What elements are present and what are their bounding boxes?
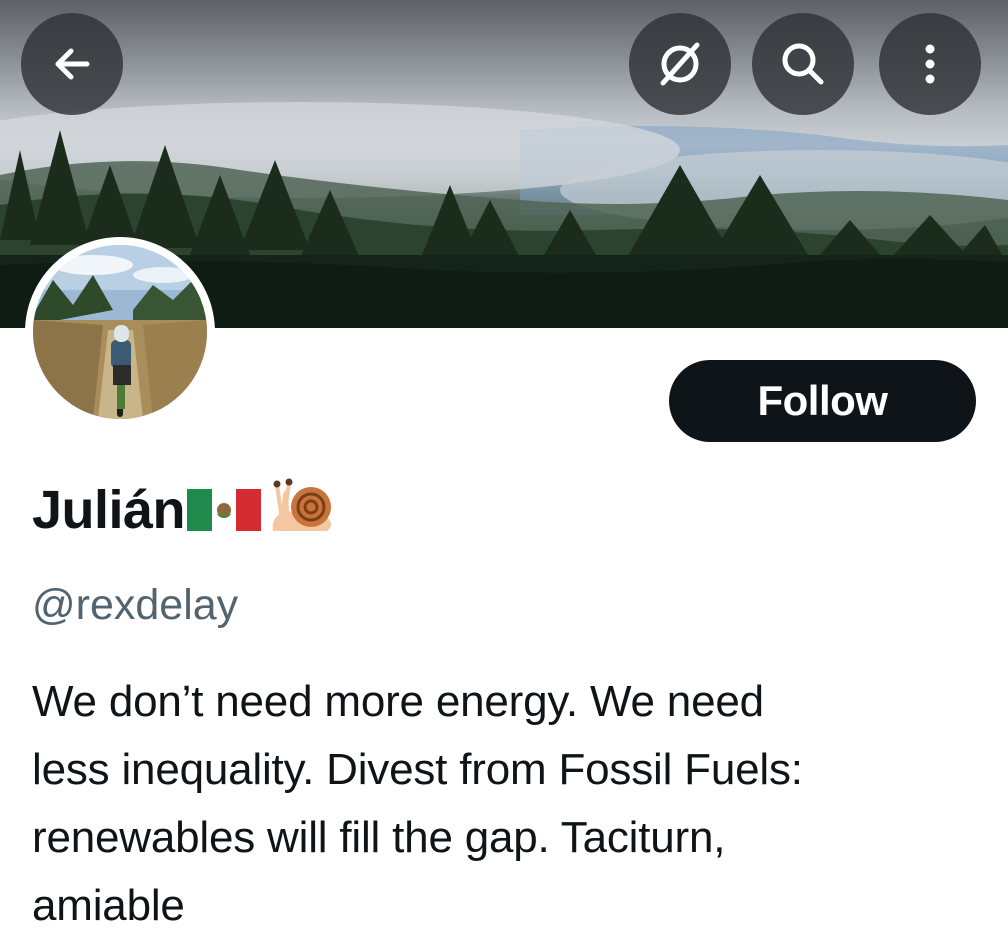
bio-line: We don’t need more energy. We need <box>32 677 764 726</box>
grok-button[interactable] <box>629 13 731 115</box>
bio-line: renewables will fill the gap. Taciturn, <box>32 813 726 862</box>
profile-bio: We don’t need more energy. We need less … <box>32 668 982 940</box>
avatar[interactable] <box>25 237 215 427</box>
grok-slash-icon <box>660 42 700 86</box>
follow-button[interactable]: Follow <box>669 360 976 442</box>
bio-line: amiable <box>32 881 185 930</box>
mexico-flag-icon <box>187 485 262 540</box>
search-button[interactable] <box>752 13 854 115</box>
display-name-row: Julián <box>32 474 337 546</box>
back-button[interactable] <box>21 13 123 115</box>
bio-line: less inequality. Divest from Fossil Fuel… <box>32 745 803 794</box>
display-name: Julián <box>32 480 186 540</box>
user-handle: @rexdelay <box>32 581 239 629</box>
follow-button-label: Follow <box>757 377 888 424</box>
arrow-left-icon <box>55 48 90 80</box>
avatar-image <box>33 245 207 419</box>
search-icon <box>782 43 824 85</box>
snail-icon <box>267 475 337 542</box>
more-button[interactable] <box>879 13 981 115</box>
more-vertical-icon <box>925 44 935 84</box>
